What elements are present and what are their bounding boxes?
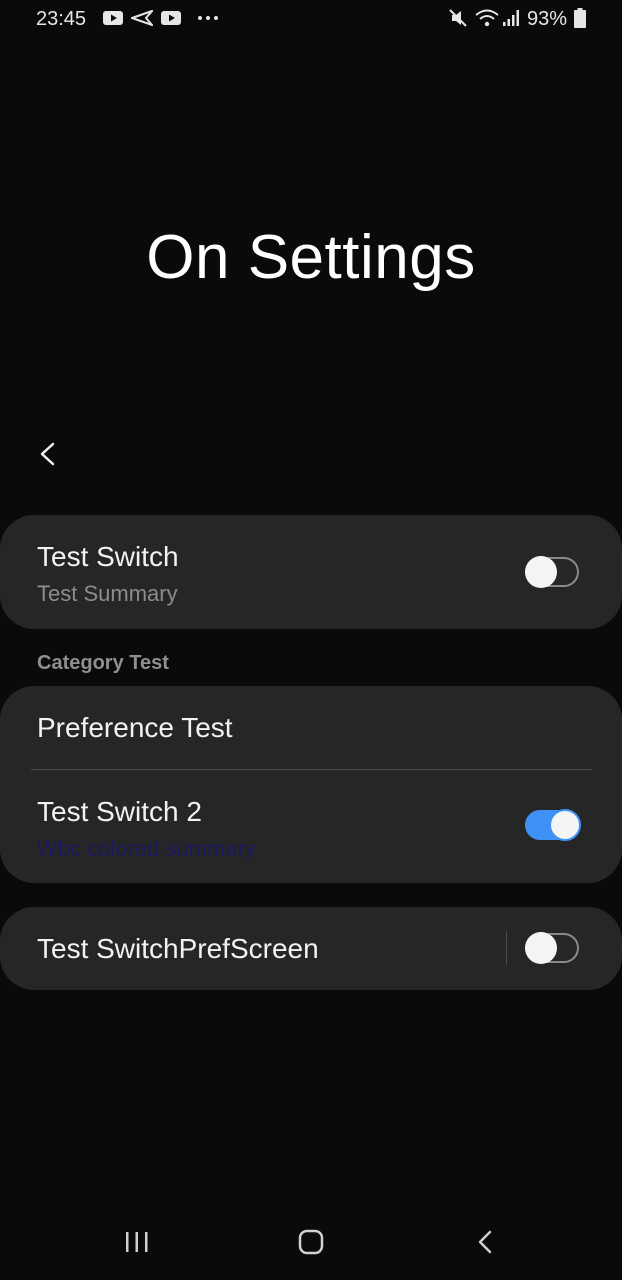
test-switch-toggle[interactable] [525,556,581,588]
recents-icon [126,1232,148,1252]
more-dots-icon [198,16,218,20]
test-switch-2-row[interactable]: Test Switch 2 Wbc colored summary [0,770,622,883]
test-switch-2-summary: Wbc colored summary [37,836,256,861]
test-switch-card: Test Switch Test Summary [0,515,622,629]
chevron-left-icon [40,442,55,466]
status-bar: 23:45 93% [0,0,622,38]
vertical-divider [506,931,507,965]
switch-pref-screen-row[interactable]: Test SwitchPrefScreen [0,907,622,990]
nav-back-button[interactable] [465,1226,505,1260]
page-title: On Settings [146,223,476,292]
battery-icon [574,8,586,28]
home-button[interactable] [291,1226,331,1260]
wifi-icon [475,9,499,27]
preference-test-row[interactable]: Preference Test [0,686,622,769]
youtube-icon [161,11,181,25]
category-header: Category Test [37,652,169,674]
test-switch-2-title: Test Switch 2 [37,796,202,827]
test-switch-summary: Test Summary [37,581,178,606]
battery-percent: 93% [527,8,568,30]
status-time: 23:45 [36,8,87,30]
signal-icon [503,10,519,26]
test-switch-2-toggle[interactable] [525,809,581,841]
category-card: Preference Test Test Switch 2 Wbc colore… [0,686,622,883]
send-icon [131,10,153,26]
recents-button[interactable] [117,1226,157,1260]
youtube-icon [103,11,123,25]
test-switch-row[interactable]: Test Switch Test Summary [0,515,622,629]
home-icon [298,1229,324,1255]
switch-thumb [525,932,557,964]
back-button[interactable] [30,434,70,474]
switch-thumb [549,809,581,841]
navigation-bar [0,1200,622,1280]
switch-pref-screen-title: Test SwitchPrefScreen [37,933,319,964]
preference-test-title: Preference Test [37,712,233,743]
back-icon [478,1230,492,1254]
mute-icon [449,9,467,27]
switch-pref-screen-toggle[interactable] [525,932,581,964]
switch-pref-screen-card: Test SwitchPrefScreen [0,907,622,990]
switch-thumb [525,556,557,588]
test-switch-title: Test Switch [37,541,179,572]
